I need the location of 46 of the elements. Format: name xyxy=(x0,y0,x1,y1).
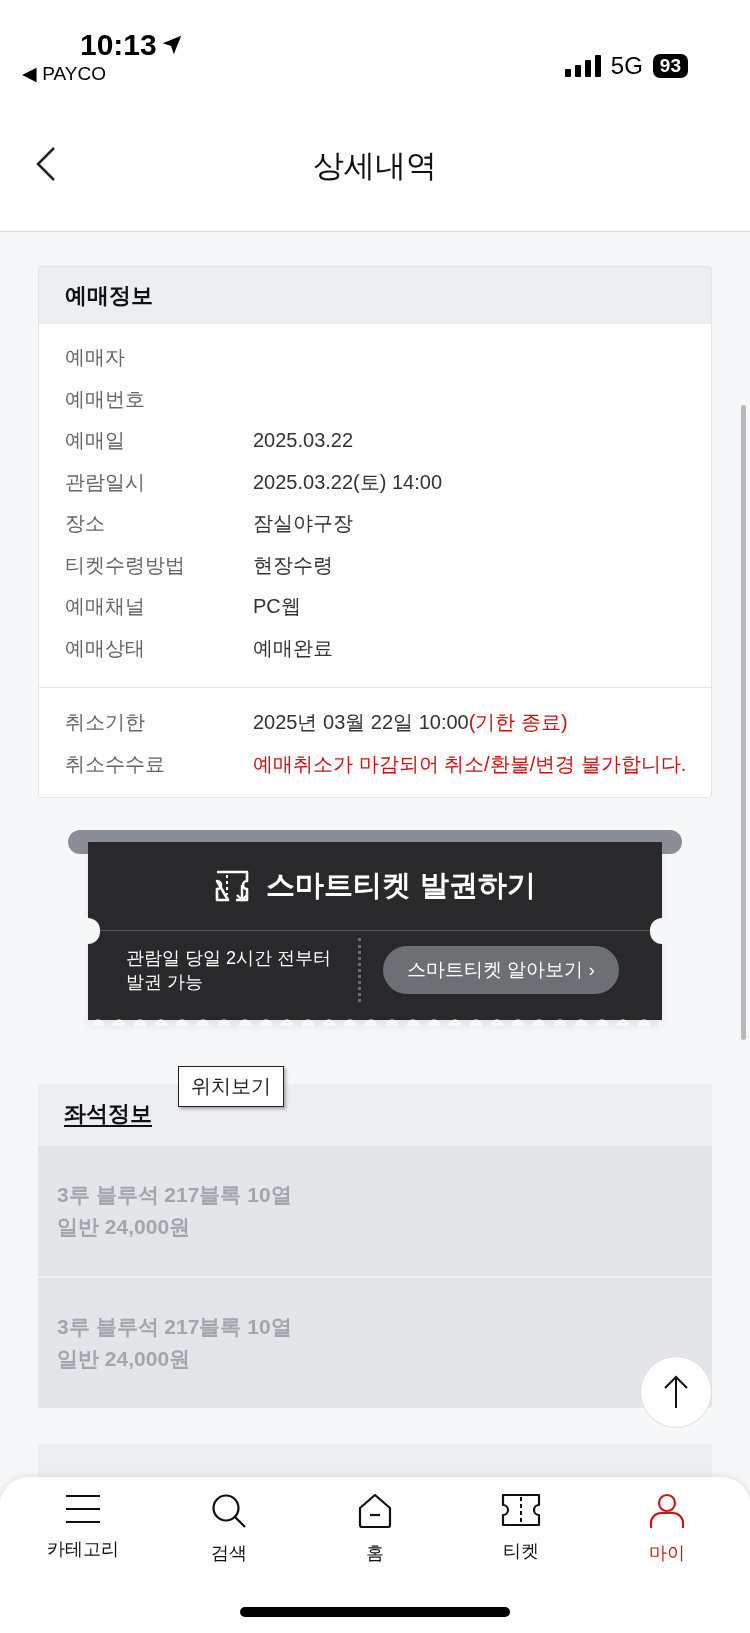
menu-icon xyxy=(64,1493,102,1525)
nav-tab[interactable]: 티켓 xyxy=(466,1493,576,1565)
field-label: 예매번호 xyxy=(65,386,146,412)
field-label: 장소 xyxy=(65,511,106,537)
smart-ticket-title: 스마트티켓 발권하기 xyxy=(266,868,536,903)
home-icon xyxy=(357,1493,393,1529)
battery-level: 93 xyxy=(652,54,688,78)
network-label: 5G xyxy=(610,52,643,80)
person-icon xyxy=(649,1493,685,1529)
issue-info-text: 관람일 당일 2시간 전부터 발권 가능 xyxy=(126,946,332,994)
nav-tab[interactable]: 홈 xyxy=(320,1493,430,1565)
section-title: 좌석정보 xyxy=(64,1100,152,1128)
seat-text: 3루 블루석 217블록 10열 xyxy=(57,1182,293,1208)
field-label: 티켓수령방법 xyxy=(65,552,186,578)
ticket-icon xyxy=(501,1493,541,1527)
back-to-app-link[interactable]: ◀ PAYCO xyxy=(22,62,106,85)
field-label: 예매채널 xyxy=(65,594,146,620)
field-value: 현장수령 xyxy=(253,552,333,578)
price-text: 일반 24,000원 xyxy=(57,1346,192,1372)
page-title: 상세내역 xyxy=(313,146,437,185)
seat-text: 3루 블루석 217블록 10열 xyxy=(57,1314,293,1340)
field-label: 예매자 xyxy=(65,345,126,371)
field-value: 예매완료 xyxy=(253,635,333,661)
field-label: 관람일시 xyxy=(65,469,146,495)
price-text: 일반 24,000원 xyxy=(57,1214,192,1240)
field-value: 잠실야구장 xyxy=(253,511,353,537)
field-label: 취소수수료 xyxy=(65,751,166,777)
nav-tab[interactable]: 검색 xyxy=(174,1493,284,1565)
learn-smart-ticket-button[interactable]: 스마트티켓 알아보기 › xyxy=(383,946,619,994)
field-value: 2025.03.22 xyxy=(253,429,354,453)
nav-tab[interactable]: 마이 xyxy=(612,1493,722,1565)
field-value: 2025.03.22(토) 14:00 xyxy=(253,469,443,495)
field-value: PC웹 xyxy=(253,594,301,620)
back-icon[interactable] xyxy=(36,146,56,182)
up-arrow-icon xyxy=(663,1375,689,1409)
field-label: 예매상태 xyxy=(65,635,146,661)
field-value: 예매취소가 마감되어 취소/환불/변경 불가합니다. xyxy=(253,751,687,777)
location-tooltip[interactable]: 위치보기 xyxy=(178,1066,284,1107)
clock-time: 10:13 xyxy=(80,28,157,62)
section-title: 예매정보 xyxy=(65,281,153,310)
field-label: 취소기한 xyxy=(65,710,146,736)
nav-tab[interactable]: 카테고리 xyxy=(28,1493,138,1565)
field-label: 예매일 xyxy=(65,428,126,454)
field-value: 2025년 03월 22일 10:00(기한 종료) xyxy=(253,710,568,736)
search-icon xyxy=(211,1493,247,1529)
signal-icon xyxy=(564,55,601,77)
